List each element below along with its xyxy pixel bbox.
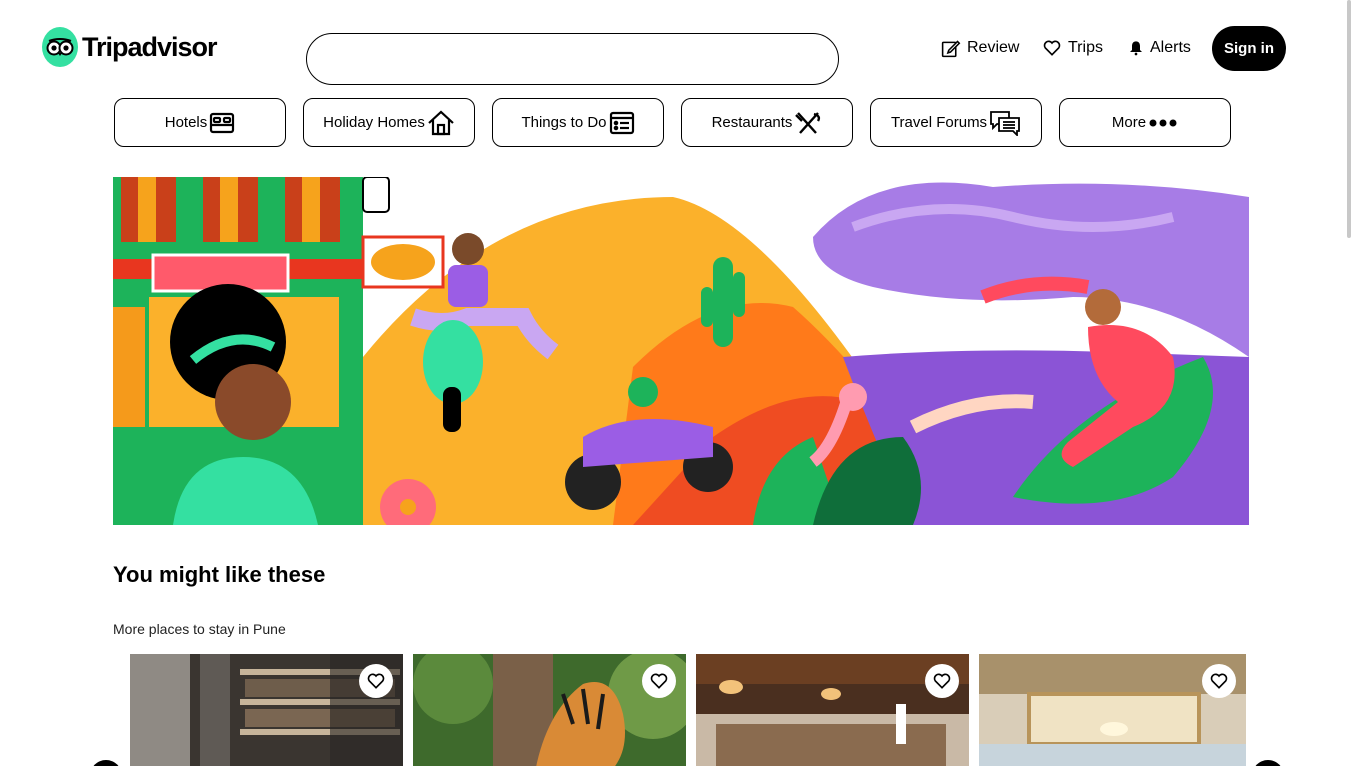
- review-link[interactable]: Review: [940, 36, 1019, 60]
- heart-icon: [1043, 40, 1061, 56]
- place-card[interactable]: [130, 654, 403, 766]
- heart-icon: [1210, 673, 1228, 689]
- place-card[interactable]: [413, 654, 686, 766]
- tripadvisor-logo[interactable]: Tripadvisor: [42, 27, 218, 67]
- heart-icon: [650, 673, 668, 689]
- category-things-to-do[interactable]: Things to Do: [492, 98, 664, 147]
- travel-collage-illustration: [113, 177, 1249, 525]
- card-carousel: [130, 654, 1246, 766]
- category-holiday-homes-label: Holiday Homes: [323, 114, 425, 131]
- category-travel-forums-label: Travel Forums: [890, 114, 988, 131]
- pencil-edit-icon: [941, 39, 961, 57]
- section-subtitle: More places to stay in Pune: [113, 621, 286, 637]
- owl-logo-icon: [42, 27, 78, 67]
- page-scrollbar[interactable]: [1347, 0, 1351, 238]
- section-title: You might like these: [113, 562, 326, 587]
- trips-link[interactable]: Trips: [1042, 36, 1103, 60]
- place-card[interactable]: [979, 654, 1246, 766]
- category-restaurants[interactable]: Restaurants: [681, 98, 853, 147]
- fork-knife-icon: [795, 111, 821, 134]
- save-heart-button[interactable]: [1202, 664, 1236, 698]
- category-hotels[interactable]: Hotels: [114, 98, 286, 147]
- category-more[interactable]: More: [1059, 98, 1231, 147]
- category-restaurants-label: Restaurants: [711, 114, 793, 131]
- review-label: Review: [967, 39, 1020, 56]
- category-holiday-homes[interactable]: Holiday Homes: [303, 98, 475, 147]
- save-heart-button[interactable]: [642, 664, 676, 698]
- sign-in-button[interactable]: Sign in: [1212, 26, 1286, 71]
- alerts-link[interactable]: Alerts: [1128, 36, 1191, 60]
- place-card[interactable]: [696, 654, 969, 766]
- search-input[interactable]: [306, 33, 839, 85]
- more-dots-icon: [1149, 119, 1177, 126]
- hero-banner: [113, 177, 1249, 525]
- category-travel-forums[interactable]: Travel Forums: [870, 98, 1042, 147]
- save-heart-button[interactable]: [359, 664, 393, 698]
- category-hotels-label: Hotels: [164, 114, 208, 131]
- logo-text: Tripadvisor: [82, 31, 218, 62]
- category-things-to-do-label: Things to Do: [521, 114, 607, 131]
- carousel-prev-button[interactable]: [90, 760, 122, 766]
- category-bar: Hotels Holiday Homes Things to Do Restau…: [114, 98, 1231, 147]
- alerts-label: Alerts: [1150, 39, 1191, 56]
- trips-label: Trips: [1068, 39, 1103, 56]
- house-icon: [428, 110, 454, 135]
- save-heart-button[interactable]: [925, 664, 959, 698]
- chat-bubbles-icon: [990, 110, 1020, 136]
- bed-icon: [210, 112, 235, 133]
- heart-icon: [933, 673, 951, 689]
- category-more-label: More: [1111, 114, 1147, 131]
- ticket-list-icon: [609, 111, 634, 134]
- bell-icon: [1130, 41, 1142, 56]
- carousel-next-button[interactable]: [1252, 760, 1284, 766]
- heart-icon: [367, 673, 385, 689]
